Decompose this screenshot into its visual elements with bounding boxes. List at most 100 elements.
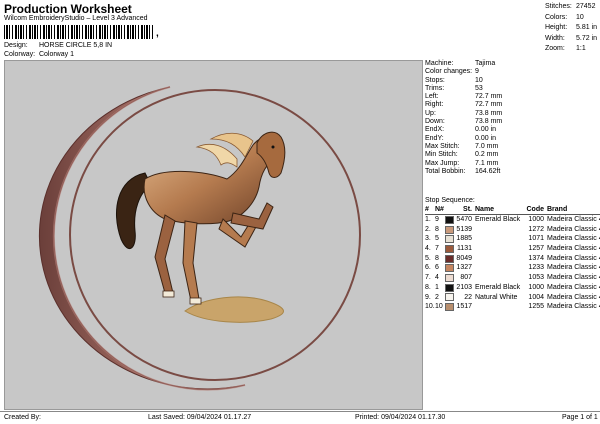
row-needle: 8 [435,254,439,262]
barcode-suffix: , [156,28,159,39]
printed-date: Printed: 09/04/2024 01.17.30 [355,414,446,421]
info-label: Down: [425,118,445,126]
row-color-name: Emerald Black [475,216,521,223]
info-row: Machine: Tajima [425,60,597,68]
color-swatch [445,293,454,302]
col-code: Code [526,206,545,213]
stat-row: Colors: 10 [545,13,597,24]
stop-sequence-row: 9.222Natural White1004Madeira Classic 40 [425,293,600,303]
page-number: Page 1 of 1 [562,414,598,421]
colorway-label: Colorway: [4,51,36,58]
col-hash: # [425,206,429,213]
row-index: 10. [425,303,435,311]
info-label: Min Stitch: [425,151,458,159]
row-needle: 2 [435,293,439,301]
stat-value: 10 [576,13,584,21]
color-swatch [445,244,454,253]
stop-sequence-row: 2. 8 5139 1272Madeira Classic 40 [425,225,600,235]
info-row: EndX: 0.00 in [425,126,597,134]
row-code: 1272 [528,225,544,233]
color-swatch [445,254,454,263]
row-stitches: 2103 [456,283,472,291]
info-label: EndY: [425,134,444,142]
stat-label: Colors: [545,13,568,21]
info-row: Left: 72.7 mm [425,93,597,101]
stat-label: Zoom: [545,45,565,52]
row-needle: 4 [435,274,439,282]
footer: Created By: Last Saved: 09/04/2024 01.17… [0,411,600,424]
info-label: Color changes: [425,68,473,76]
row-brand: Madeira Classic 40 [547,303,600,311]
info-value: 0.00 in [475,134,497,142]
info-label: Trims: [425,84,445,92]
row-brand: Madeira Classic 40 [547,274,600,282]
stat-label: Width: [545,34,565,42]
row-brand: Madeira Classic 40 [547,235,600,243]
row-stitches: 8049 [456,254,472,262]
stat-row: Height: 5.81 in [545,23,597,34]
info-row: EndY: 0.00 in [425,135,597,143]
row-index: 4. [425,245,431,253]
design-row: Design: HORSE CIRCLE 5,8 IN [4,42,112,49]
created-by: Created By: [4,414,41,421]
color-swatch [445,264,454,273]
stop-sequence-row: 5. 8 8049 1374Madeira Classic 40 [425,254,600,264]
row-stitches: 5470 [456,216,472,223]
row-code: 1000 [528,216,544,223]
design-stats: Stitches: 27452 Colors: 10 Height: 5.81 in … [545,2,597,55]
row-needle: 8 [435,225,439,233]
stat-value: 1:1 [576,45,586,52]
stop-sequence-row: 6. 6 1327 1233Madeira Classic 40 [425,263,600,273]
stop-sequence-row: 8. 1 2103 Emerald Black 1000 Madeira Classic … [425,283,600,293]
software-name: Wilcom EmbroideryStudio – Level 3 Advanc… [4,15,148,22]
info-label: Stops: [425,76,445,84]
last-saved: Last Saved: 09/04/2024 01.17.27 [148,414,252,421]
info-label: Max Jump: [425,159,460,167]
color-swatch [445,235,454,244]
row-index: 7. [425,274,431,282]
row-index: 9. [425,293,431,301]
row-brand: Madeira Classic 40 [547,225,600,233]
info-label: Max Stitch: [425,142,460,150]
color-swatch [445,283,454,292]
row-index: 2. [425,225,431,233]
col-swatch [445,206,454,214]
info-label: EndX: [425,126,445,134]
stop-sequence-row: 4. 7 1131 1257Madeira Classic 40 [425,244,600,254]
color-swatch [445,225,454,234]
row-index: 8. [425,283,431,291]
stop-sequence-header: # N# St. Name Code Brand [425,205,600,215]
crescent-highlight [52,86,246,391]
stop-sequence-row: 10.10 1517 1255Madeira Classic 40 [425,302,600,312]
row-brand: Madeira Classic 40 [547,254,600,262]
stop-sequence-row: 7. 4 807 1053Madeira Classic 40 [425,273,600,283]
stop-sequence-rows: 1. 9 5470 Emerald Black 1000 Madeira Classic … [425,215,600,312]
row-needle: 5 [435,235,439,243]
row-needle: 10 [435,303,443,311]
info-value: 0.00 in [475,126,497,134]
row-color-name: Emerald Black [475,283,521,291]
stat-value: 5.81 in [576,24,598,31]
design-label: Design: [4,42,28,49]
row-code: 1071 [528,235,544,243]
info-value: 72.7 mm [475,101,503,109]
stat-row: Width: 5.72 in [545,34,597,45]
row-stitches: 22 [464,293,472,301]
col-brand: Brand [547,206,568,213]
col-stitches: St. [463,206,472,213]
info-row: Stops: 10 [425,77,597,85]
info-row: Color changes: 9 [425,68,597,76]
color-swatch [445,273,454,282]
info-label: Left: [425,93,439,101]
thin-circle [69,89,361,381]
row-brand: Madeira Classic 40 [547,264,600,272]
info-label: Machine: [425,60,454,67]
stop-sequence-row: 1. 9 5470 Emerald Black 1000 Madeira Classic … [425,215,600,225]
stat-value: 5.72 in [576,34,598,42]
design-preview[interactable] [4,60,423,410]
row-code: 1233 [528,264,544,272]
row-stitches: 1885 [456,235,472,243]
info-value: 10 [475,76,483,84]
row-color-name: Natural White [475,293,518,301]
row-brand: Madeira Classic 40 [547,216,600,223]
